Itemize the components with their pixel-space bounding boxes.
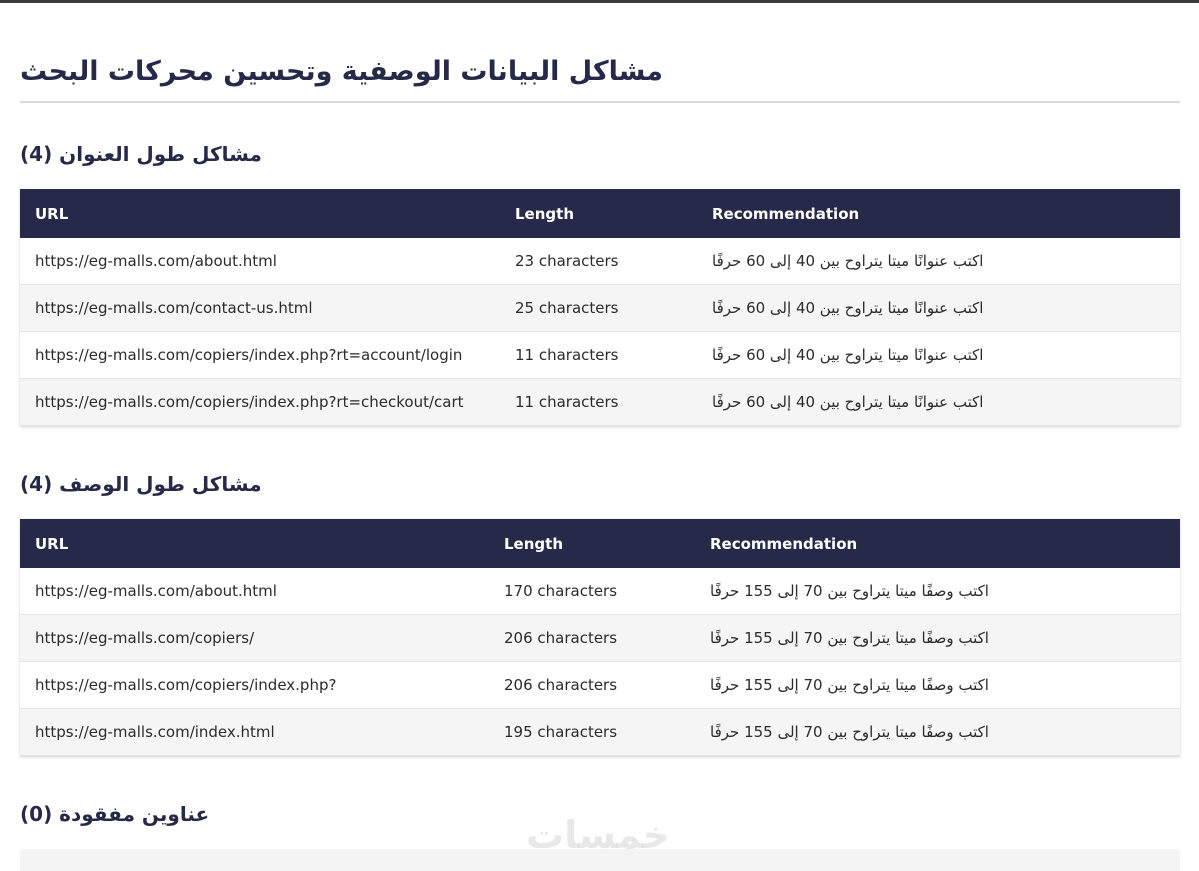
length-cell: 170 characters (489, 568, 695, 615)
column-header-length: Length (504, 534, 563, 553)
recommendation-cell: اكتب عنوانًا ميتا يتراوح بين 40 إلى 60 ح… (697, 238, 1180, 285)
url-cell: https://eg-malls.com/about.html (20, 568, 489, 615)
recommendation-cell: اكتب وصفًا ميتا يتراوح بين 70 إلى 155 حر… (695, 614, 1180, 662)
recommendation-text: اكتب وصفًا ميتا يتراوح بين 70 إلى 155 حر… (710, 723, 989, 741)
recommendation-cell: اكتب وصفًا ميتا يتراوح بين 70 إلى 155 حر… (695, 708, 1180, 756)
length-cell: 195 characters (489, 708, 695, 756)
title-issues-table: URL Length Recommendation https://eg-mal… (20, 189, 1180, 426)
table-row: https://eg-malls.com/about.html 23 chara… (20, 238, 1180, 285)
url-cell: https://eg-malls.com/copiers/index.php?r… (20, 331, 500, 379)
table-row: https://eg-malls.com/index.html 195 char… (20, 708, 1180, 756)
report-page: مشاكل البيانات الوصفية وتحسين محركات الب… (0, 3, 1199, 871)
recommendation-cell: اكتب عنوانًا ميتا يتراوح بين 40 إلى 60 ح… (697, 284, 1180, 332)
url-cell: https://eg-malls.com/copiers/ (20, 614, 489, 662)
length-cell: 206 characters (489, 661, 695, 709)
column-header-length: Length (515, 204, 574, 223)
recommendation-cell: اكتب عنوانًا ميتا يتراوح بين 40 إلى 60 ح… (697, 378, 1180, 426)
description-issues-heading: مشاكل طول الوصف (4) (20, 472, 262, 496)
recommendation-text: اكتب عنوانًا ميتا يتراوح بين 40 إلى 60 ح… (712, 346, 984, 364)
recommendation-text: اكتب عنوانًا ميتا يتراوح بين 40 إلى 60 ح… (712, 393, 984, 411)
recommendation-text: اكتب عنوانًا ميتا يتراوح بين 40 إلى 60 ح… (712, 299, 984, 317)
length-cell: 11 characters (500, 331, 697, 379)
description-issues-table: URL Length Recommendation https://eg-mal… (20, 519, 1180, 756)
recommendation-text: اكتب عنوانًا ميتا يتراوح بين 40 إلى 60 ح… (712, 252, 984, 270)
table-row: https://eg-malls.com/contact-us.html 25 … (20, 284, 1180, 332)
table-row: https://eg-malls.com/copiers/ 206 charac… (20, 614, 1180, 662)
url-cell: https://eg-malls.com/index.html (20, 708, 489, 756)
url-cell: https://eg-malls.com/contact-us.html (20, 284, 500, 332)
url-cell: https://eg-malls.com/copiers/index.php?r… (20, 378, 500, 426)
length-cell: 23 characters (500, 238, 697, 285)
recommendation-cell: اكتب وصفًا ميتا يتراوح بين 70 إلى 155 حر… (695, 661, 1180, 709)
table-header-row: URL Length Recommendation (20, 519, 1180, 568)
watermark-logo: خمسات (526, 813, 670, 857)
url-cell: https://eg-malls.com/copiers/index.php? (20, 661, 489, 709)
table-row: https://eg-malls.com/copiers/index.php?r… (20, 378, 1180, 426)
table-row: https://eg-malls.com/copiers/index.php? … (20, 661, 1180, 709)
length-cell: 25 characters (500, 284, 697, 332)
url-cell: https://eg-malls.com/about.html (20, 238, 500, 285)
column-header-url: URL (35, 204, 69, 223)
column-header-recommendation: Recommendation (710, 534, 858, 553)
column-header-recommendation: Recommendation (712, 204, 860, 223)
column-header-url: URL (35, 534, 69, 553)
recommendation-text: اكتب وصفًا ميتا يتراوح بين 70 إلى 155 حر… (710, 676, 989, 694)
table-header-row: URL Length Recommendation (20, 189, 1180, 238)
title-issues-heading: مشاكل طول العنوان (4) (20, 142, 262, 166)
table-row: https://eg-malls.com/about.html 170 char… (20, 568, 1180, 615)
recommendation-text: اكتب وصفًا ميتا يتراوح بين 70 إلى 155 حر… (710, 629, 989, 647)
recommendation-cell: اكتب عنوانًا ميتا يتراوح بين 40 إلى 60 ح… (697, 331, 1180, 379)
recommendation-text: اكتب وصفًا ميتا يتراوح بين 70 إلى 155 حر… (710, 582, 989, 600)
length-cell: 206 characters (489, 614, 695, 662)
table-row: https://eg-malls.com/copiers/index.php?r… (20, 331, 1180, 379)
recommendation-cell: اكتب وصفًا ميتا يتراوح بين 70 إلى 155 حر… (695, 568, 1180, 615)
length-cell: 11 characters (500, 378, 697, 426)
page-title: مشاكل البيانات الوصفية وتحسين محركات الب… (20, 3, 1180, 103)
